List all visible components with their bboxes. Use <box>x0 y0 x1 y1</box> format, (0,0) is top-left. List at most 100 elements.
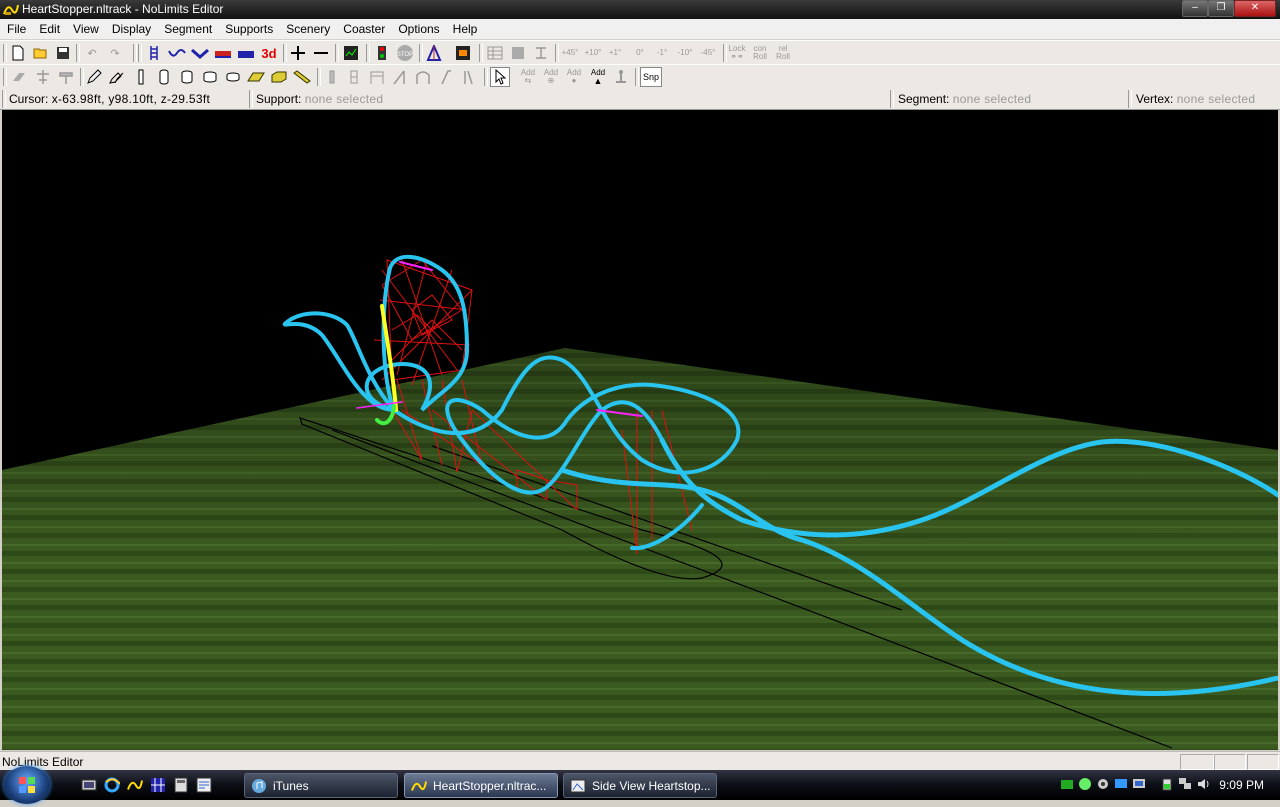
3d-view-button[interactable]: 3d <box>259 43 279 63</box>
calculator-icon[interactable] <box>173 777 189 793</box>
gray-block-icon[interactable] <box>508 43 528 63</box>
segment-label: Segment: <box>898 92 950 106</box>
vertical-beam-icon[interactable] <box>131 67 151 87</box>
station-icon[interactable] <box>453 43 473 63</box>
tray-chat-icon[interactable] <box>1078 777 1092 791</box>
menu-help[interactable]: Help <box>446 19 484 39</box>
new-file-icon[interactable] <box>8 43 28 63</box>
yellow-box-icon[interactable] <box>269 67 289 87</box>
roll-zero-button[interactable]: 0° <box>630 43 650 63</box>
cylinder-tall-icon[interactable] <box>154 67 174 87</box>
status-panel-2 <box>1214 754 1246 770</box>
close-button[interactable]: ✕ <box>1234 0 1276 17</box>
add-support-button[interactable]: Add ▲ <box>588 67 608 87</box>
yellow-beam-icon[interactable] <box>292 67 312 87</box>
roll-plus1-button[interactable]: +1° <box>605 43 625 63</box>
footer-pole-icon[interactable] <box>322 67 342 87</box>
menu-options[interactable]: Options <box>391 19 445 39</box>
remove-vertex-icon[interactable] <box>311 43 331 63</box>
scene-render[interactable] <box>2 110 1278 750</box>
tray-green-icon[interactable] <box>1060 777 1074 791</box>
train-blue-icon[interactable] <box>236 43 256 63</box>
tray-gear-icon[interactable] <box>1096 777 1110 791</box>
train-icon[interactable] <box>213 43 233 63</box>
bottom-status-bar: NoLimits Editor <box>0 751 1280 771</box>
footer-pole2-icon[interactable] <box>344 67 364 87</box>
menu-view[interactable]: View <box>66 19 105 39</box>
slant-support-icon[interactable] <box>390 67 410 87</box>
traffic-light-icon[interactable] <box>372 43 392 63</box>
double-support-icon[interactable] <box>459 67 479 87</box>
minimize-button[interactable]: – <box>1182 0 1208 17</box>
windows-logo-icon <box>19 777 35 793</box>
tray-monitor-icon[interactable] <box>1132 777 1146 791</box>
add-node-button[interactable]: Add ● <box>564 67 584 87</box>
track-curve-icon[interactable] <box>167 43 187 63</box>
roll-plus10-button[interactable]: +10° <box>583 43 603 63</box>
pencil-icon[interactable] <box>84 67 104 87</box>
align-vertical-icon[interactable] <box>531 43 551 63</box>
roll-minus10-button[interactable]: -10° <box>675 43 695 63</box>
arch-support-icon[interactable] <box>413 67 433 87</box>
menu-coaster[interactable]: Coaster <box>336 19 391 39</box>
undo-icon[interactable]: ↶ <box>82 43 102 63</box>
add-connector-button[interactable]: Add ⇆ <box>518 67 538 87</box>
menu-segment[interactable]: Segment <box>157 19 218 39</box>
add-footer-icon[interactable] <box>611 67 631 87</box>
hammer-icon[interactable] <box>56 67 76 87</box>
grid-app-icon[interactable] <box>150 777 166 793</box>
editor-window-icon[interactable] <box>196 777 212 793</box>
start-button[interactable] <box>4 766 50 804</box>
menu-supports[interactable]: Supports <box>218 19 279 39</box>
lean-support-icon[interactable] <box>436 67 456 87</box>
menu-scenery[interactable]: Scenery <box>279 19 336 39</box>
add-free-node-button[interactable]: Add ⊕ <box>541 67 561 87</box>
volume-icon[interactable] <box>1196 777 1210 791</box>
frame-icon[interactable] <box>367 67 387 87</box>
rel-roll-label: Roll <box>776 52 790 61</box>
multi-pencil-icon[interactable] <box>107 67 127 87</box>
show-desktop-icon[interactable] <box>81 777 97 793</box>
track-segment-icon[interactable] <box>144 43 164 63</box>
stop-sign-icon[interactable]: STOP <box>395 43 415 63</box>
taskbar-clock[interactable]: 9:09 PM <box>1219 778 1264 792</box>
open-folder-icon[interactable] <box>31 43 51 63</box>
menu-edit[interactable]: Edit <box>32 19 66 39</box>
snap-toggle[interactable]: Snp <box>640 67 662 87</box>
task-heartstopper[interactable]: HeartStopper.nltrac... <box>404 773 558 798</box>
tray-battery-icon[interactable] <box>1160 777 1174 791</box>
split-support-icon[interactable] <box>33 67 53 87</box>
con-roll-button[interactable]: con Roll <box>750 43 770 63</box>
save-disk-icon[interactable] <box>53 43 73 63</box>
grid-table-icon[interactable] <box>485 43 505 63</box>
task-side-view[interactable]: Side View Heartstop... <box>563 773 717 798</box>
nolimits-quicklaunch-icon[interactable] <box>127 777 143 793</box>
rel-roll-button[interactable]: rel Roll <box>773 43 793 63</box>
cylinder-medium-icon[interactable] <box>177 67 197 87</box>
tray-network-connection-icon[interactable] <box>1178 777 1192 791</box>
cylinder-short-icon[interactable] <box>223 67 243 87</box>
restore-button[interactable]: ❐ <box>1208 0 1234 17</box>
menu-display[interactable]: Display <box>105 19 157 39</box>
tray-network-icon[interactable] <box>1114 777 1128 791</box>
track-bank-icon[interactable] <box>190 43 210 63</box>
roll-plus45-button[interactable]: +45° <box>560 43 580 63</box>
3d-viewport[interactable] <box>2 110 1278 750</box>
task-itunes[interactable]: iTunes <box>244 773 398 798</box>
yellow-plank-icon[interactable] <box>246 67 266 87</box>
eraser-icon[interactable] <box>9 67 29 87</box>
internet-explorer-icon[interactable] <box>104 777 120 793</box>
lock-roll-button[interactable]: Lock ⚭⚭ <box>727 43 747 63</box>
menu-file[interactable]: File <box>0 19 32 39</box>
select-pointer-icon[interactable] <box>490 67 510 87</box>
status-panel-3 <box>1247 754 1279 770</box>
roll-minus45-button[interactable]: -45° <box>698 43 718 63</box>
support-structure-icon[interactable] <box>424 43 444 63</box>
segment-value: none selected <box>952 92 1032 106</box>
nolimits-task-icon <box>411 781 427 791</box>
cylinder-wide-icon[interactable] <box>200 67 220 87</box>
redo-icon[interactable]: ↷ <box>105 43 125 63</box>
screen-monitor-icon[interactable] <box>341 43 361 63</box>
roll-minus1-button[interactable]: -1° <box>652 43 672 63</box>
add-vertex-icon[interactable] <box>288 43 308 63</box>
